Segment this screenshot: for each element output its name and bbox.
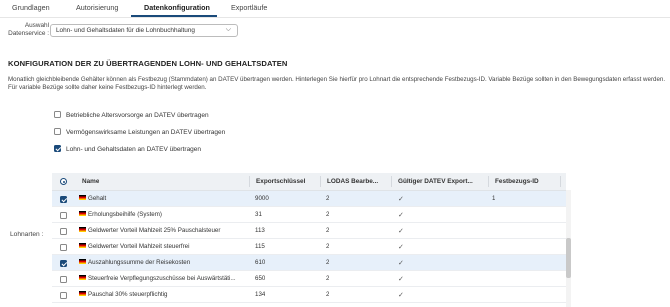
option-label: Lohn- und Gehaltsdaten an DATEV übertrag…: [66, 146, 202, 154]
cell-exportschluessel: 650: [255, 275, 266, 282]
checkbox-lohn-gehalt[interactable]: [54, 145, 61, 152]
cell-lodas: 2: [326, 243, 330, 250]
tab-autorisierung[interactable]: Autorisierung: [76, 3, 118, 12]
table-row[interactable]: Gehalt 9000 2 1 ✓: [52, 191, 566, 207]
lohnarten-table: Name Exportschlüssel LODAS Bearbe... Gül…: [52, 173, 566, 307]
row-checkbox[interactable]: [60, 244, 67, 251]
german-flag-icon: [79, 275, 86, 280]
tab-datenkonfiguration[interactable]: Datenkonfiguration: [144, 3, 210, 12]
table-row[interactable]: Auszahlungssumme der Reisekosten 610 2 ✓: [52, 255, 566, 271]
cell-name-text: Geldwerter Vorteil Mahlzeit steuerfrei: [88, 243, 190, 250]
column-separator: [249, 176, 250, 187]
row-checkbox[interactable]: [60, 276, 67, 283]
cell-name: Steuerfreie Verpflegungszuschüsse bei Au…: [79, 275, 247, 282]
row-checkbox[interactable]: [60, 292, 67, 299]
cell-name-text: Erholungsbeihilfe (System): [88, 211, 162, 218]
cell-exportschluessel: 134: [255, 291, 266, 298]
cell-exportschluessel: 115: [255, 243, 265, 250]
lohnarten-label: Lohnarten :: [10, 231, 44, 238]
german-flag-icon: [79, 259, 86, 264]
datenservice-select[interactable]: Lohn- und Gehaltsdaten für die Lohnbuchh…: [50, 24, 238, 37]
column-header-exportschluessel[interactable]: Exportschlüssel: [256, 178, 305, 185]
column-separator: [560, 176, 561, 187]
cell-lodas: 2: [326, 259, 330, 266]
valid-check-icon: ✓: [398, 244, 404, 251]
option-vermoegenswirksam[interactable]: Vermögenswirksame Leistungen an DATEV üb…: [54, 128, 226, 137]
table-header: Name Exportschlüssel LODAS Bearbe... Gül…: [52, 173, 566, 191]
german-flag-icon: [79, 227, 86, 232]
cell-name-text: Steuerfreie Verpflegungszuschüsse bei Au…: [88, 275, 236, 282]
checkbox-vermoegenswirksam[interactable]: [54, 128, 61, 135]
cell-name: Auszahlungssumme der Reisekosten: [79, 259, 247, 266]
valid-check-icon: ✓: [398, 228, 404, 235]
valid-check-icon: ✓: [398, 276, 404, 283]
valid-check-icon: ✓: [398, 260, 404, 267]
cell-lodas: 2: [326, 195, 330, 202]
cell-festbezugs-id: 1: [492, 195, 496, 202]
active-tab-indicator: [131, 15, 217, 17]
option-altersvorsorge[interactable]: Betriebliche Altersvorsorge an DATEV übe…: [54, 111, 209, 120]
german-flag-icon: [79, 291, 86, 296]
cell-name: Pauschal 30% steuerpflichtig: [79, 291, 247, 298]
cell-name-text: Auszahlungssumme der Reisekosten: [88, 259, 191, 266]
select-all-radio[interactable]: [60, 178, 67, 185]
option-lohn-gehalt[interactable]: Lohn- und Gehaltsdaten an DATEV übertrag…: [54, 145, 202, 154]
valid-check-icon: ✓: [398, 212, 404, 219]
cell-lodas: 2: [326, 275, 330, 282]
row-checkbox[interactable]: [60, 212, 67, 219]
column-separator: [488, 176, 489, 187]
german-flag-icon: [79, 211, 86, 216]
tab-grundlagen[interactable]: Grundlagen: [12, 3, 50, 12]
cell-name: Geldwerter Vorteil Mahlzeit steuerfrei: [79, 243, 247, 250]
datenservice-label: Auswahl Datenservice :: [8, 22, 49, 37]
column-header-festbezugs-id[interactable]: Festbezugs-ID: [495, 178, 539, 185]
tab-bar: Grundlagen Autorisierung Datenkonfigurat…: [0, 0, 670, 18]
cell-lodas: 2: [326, 211, 330, 218]
cell-exportschluessel: 31: [255, 211, 262, 218]
column-header-name[interactable]: Name: [82, 178, 99, 185]
german-flag-icon: [79, 195, 86, 200]
table-row[interactable]: Geldwerter Vorteil Mahlzeit steuerfrei 11…: [52, 239, 566, 255]
valid-check-icon: ✓: [398, 292, 404, 299]
cell-name: Gehalt: [79, 195, 247, 202]
column-header-gueltiger-export[interactable]: Gültiger DATEV Export...: [398, 178, 488, 185]
checkbox-altersvorsorge[interactable]: [54, 111, 61, 118]
section-title: KONFIGURATION DER ZU ÜBERTRAGENDEN LOHN-…: [8, 59, 288, 68]
row-checkbox[interactable]: [60, 196, 67, 203]
cell-lodas: 2: [326, 227, 330, 234]
cell-exportschluessel: 9000: [255, 195, 269, 202]
cell-name: Erholungsbeihilfe (System): [79, 211, 247, 218]
column-header-lodas[interactable]: LODAS Bearbe...: [327, 178, 387, 185]
german-flag-icon: [79, 243, 86, 248]
valid-check-icon: ✓: [398, 196, 404, 203]
column-separator: [391, 176, 392, 187]
cell-name-text: Geldwerter Vorteil Mahlzeit 25% Pauschal…: [88, 227, 221, 234]
chevron-down-icon: ⌵: [225, 26, 231, 33]
cell-exportschluessel: 610: [255, 259, 266, 266]
column-separator: [320, 176, 321, 187]
table-scrollbar-thumb[interactable]: [566, 238, 571, 278]
table-row[interactable]: Steuerfreie Verpflegungszuschüsse bei Au…: [52, 271, 566, 287]
table-row[interactable]: Geldwerter Vorteil Mahlzeit 25% Pauschal…: [52, 223, 566, 239]
option-label: Betriebliche Altersvorsorge an DATEV übe…: [66, 112, 209, 120]
datenservice-value: Lohn- und Gehaltsdaten für die Lohnbuchh…: [56, 27, 195, 34]
table-row[interactable]: Pauschal 30% steuerpflichtig 134 2 ✓: [52, 287, 566, 303]
table-row[interactable]: Erholungsbeihilfe (System) 31 2 ✓: [52, 207, 566, 223]
section-description: Monatlich gleichbleibende Gehälter könne…: [8, 76, 666, 91]
tab-exportlaeufe[interactable]: Exportläufe: [231, 3, 267, 12]
cell-name: Geldwerter Vorteil Mahlzeit 25% Pauschal…: [79, 227, 247, 234]
row-checkbox[interactable]: [60, 228, 67, 235]
cell-name-text: Pauschal 30% steuerpflichtig: [88, 291, 168, 298]
row-checkbox[interactable]: [60, 260, 67, 267]
option-label: Vermögenswirksame Leistungen an DATEV üb…: [66, 129, 226, 137]
cell-name-text: Gehalt: [88, 195, 107, 202]
cell-lodas: 2: [326, 291, 330, 298]
cell-exportschluessel: 113: [255, 227, 265, 234]
